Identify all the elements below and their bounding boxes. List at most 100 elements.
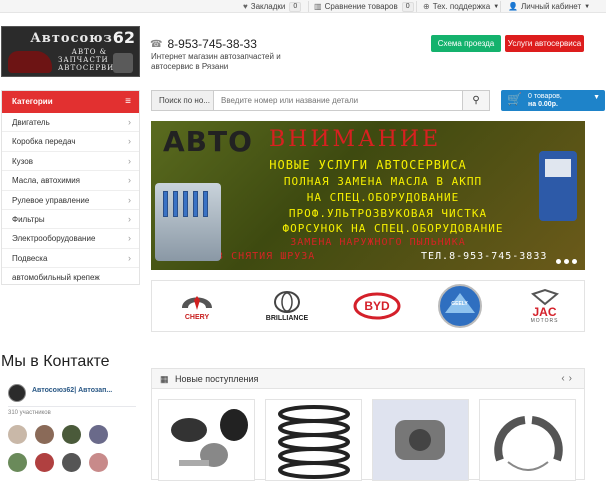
chevron-right-icon: › bbox=[128, 155, 131, 166]
new-products-title: Новые поступления bbox=[175, 374, 259, 384]
avatar[interactable] bbox=[35, 453, 54, 472]
divider bbox=[8, 406, 136, 407]
compare-link[interactable]: ▥ Сравнение товаров 0 bbox=[314, 1, 414, 12]
vk-title: Мы в Контакте bbox=[1, 353, 110, 370]
support-dropdown[interactable]: ⊕ Тех. поддержка ▼ bbox=[423, 1, 499, 12]
brands-carousel: CHERY BRILLIANCE BYD GEELY JAC MOTORS bbox=[151, 280, 585, 332]
category-body[interactable]: Кузов › bbox=[2, 152, 139, 172]
chevron-right-icon: › bbox=[128, 136, 131, 147]
avatar[interactable] bbox=[62, 453, 81, 472]
tagline: Интернет магазин автозапчастей и автосер… bbox=[151, 52, 281, 71]
user-icon: 👤 bbox=[508, 2, 518, 11]
cv-joint-image bbox=[171, 409, 248, 467]
calendar-icon: ▦ bbox=[160, 374, 169, 384]
brand-label: BRILLIANCE bbox=[265, 314, 309, 322]
cart-button[interactable]: 🛒 0 товаров, на 0.00р. ▼ bbox=[501, 90, 605, 111]
category-label: Масла, автохимия bbox=[12, 176, 80, 186]
slider-dots[interactable] bbox=[553, 259, 577, 264]
search-icon: ⚲ bbox=[472, 95, 480, 106]
account-label: Личный кабинет bbox=[520, 2, 582, 11]
avatar[interactable] bbox=[62, 425, 81, 444]
brand-sublabel: MOTORS bbox=[530, 318, 559, 324]
support-label: Тех. поддержка bbox=[432, 2, 491, 11]
brand-chery[interactable]: CHERY bbox=[162, 281, 232, 331]
logo-subtitle: АВТО & ЗАПЧАСТИ АВТОСЕРВИС bbox=[58, 48, 121, 72]
vk-widget: Автосоюз62| Автозап... 310 участников bbox=[1, 379, 140, 480]
categories-header[interactable]: Категории ≡ bbox=[2, 91, 139, 113]
bar-chart-icon: ▥ bbox=[314, 2, 322, 11]
category-label: Коробка передач bbox=[12, 137, 76, 147]
brand-label: JAC bbox=[532, 305, 557, 319]
categories-menu: Категории ≡ Двигатель › Коробка передач › … bbox=[1, 90, 140, 285]
brake-shoes-image bbox=[494, 416, 563, 471]
avatar[interactable] bbox=[8, 425, 27, 444]
spring-image bbox=[278, 405, 350, 479]
avatar[interactable] bbox=[89, 425, 108, 444]
category-label: Фильтры bbox=[12, 214, 45, 224]
product-card[interactable] bbox=[158, 399, 255, 481]
category-label: Подвеска bbox=[12, 253, 48, 263]
vk-group-name[interactable]: Автосоюз62| Автозап... bbox=[32, 387, 112, 394]
caret-down-icon: ▼ bbox=[493, 3, 500, 10]
avatar[interactable] bbox=[8, 453, 27, 472]
category-suspension[interactable]: Подвеска › bbox=[2, 249, 139, 269]
category-filters[interactable]: Фильтры › bbox=[2, 210, 139, 230]
category-label: Двигатель bbox=[12, 118, 50, 127]
chevron-left-icon[interactable]: ‹ bbox=[561, 373, 568, 384]
brand-label: GEELY bbox=[451, 301, 468, 307]
route-button[interactable]: Схема проезда bbox=[431, 35, 501, 52]
bookmarks-link[interactable]: ♥ Закладки 0 bbox=[243, 1, 302, 12]
chevron-right-icon: › bbox=[128, 213, 131, 224]
search-button[interactable]: ⚲ bbox=[462, 91, 489, 110]
product-card[interactable] bbox=[265, 399, 362, 481]
brand-geely[interactable]: GEELY bbox=[422, 281, 497, 331]
brand-byd[interactable]: BYD bbox=[342, 281, 412, 331]
jac-logo-icon bbox=[530, 288, 559, 306]
phone-icon: ☎ bbox=[150, 38, 163, 50]
divider bbox=[500, 1, 501, 12]
product-card[interactable] bbox=[372, 399, 469, 481]
search-bar: Поиск по но... ⚲ bbox=[151, 90, 490, 111]
categories-title: Категории bbox=[12, 97, 53, 106]
brand-brilliance[interactable]: BRILLIANCE bbox=[247, 281, 327, 331]
menu-icon: ≡ bbox=[125, 96, 131, 107]
banner-line: НОВЫЕ УСЛУГИ АВТОСЕРВИСА bbox=[269, 158, 467, 172]
chevron-right-icon: › bbox=[128, 194, 131, 205]
site-logo[interactable]: Автосоюз 62 АВТО & ЗАПЧАСТИ АВТОСЕРВИС bbox=[1, 26, 140, 77]
chevron-right-icon[interactable]: › bbox=[569, 373, 576, 384]
avatar[interactable] bbox=[89, 453, 108, 472]
caret-down-icon: ▼ bbox=[584, 3, 591, 10]
avatar[interactable] bbox=[35, 425, 54, 444]
category-electrical[interactable]: Электрооборудование › bbox=[2, 229, 139, 249]
services-button[interactable]: Услуги автосервиса bbox=[505, 35, 584, 52]
new-products: ▦ Новые поступления ‹› bbox=[151, 368, 585, 481]
brand-label: CHERY bbox=[184, 313, 210, 321]
support-icon: ⊕ bbox=[423, 2, 430, 11]
phone-number: 8-953-745-38-33 bbox=[167, 37, 257, 51]
carousel-nav[interactable]: ‹› bbox=[561, 369, 576, 389]
category-steering[interactable]: Рулевое управление › bbox=[2, 191, 139, 210]
promo-banner[interactable]: АВТО ВНИМАНИЕ НОВЫЕ УСЛУГИ АВТОСЕРВИСА П… bbox=[151, 121, 585, 270]
compare-count: 0 bbox=[401, 1, 414, 12]
chevron-right-icon: › bbox=[128, 252, 131, 263]
account-dropdown[interactable]: 👤 Личный кабинет ▼ bbox=[508, 1, 590, 12]
search-type-select[interactable]: Поиск по но... bbox=[152, 91, 214, 110]
bookmarks-label: Закладки bbox=[250, 2, 286, 11]
chevron-right-icon: › bbox=[128, 117, 131, 127]
logo-number: 62 bbox=[112, 28, 135, 47]
category-oils[interactable]: Масла, автохимия › bbox=[2, 171, 139, 191]
heart-icon: ♥ bbox=[243, 2, 248, 11]
category-fasteners[interactable]: автомобильный крепеж bbox=[2, 268, 139, 287]
category-gearbox[interactable]: Коробка передач › bbox=[2, 132, 139, 152]
brand-jac[interactable]: JAC MOTORS bbox=[507, 281, 582, 331]
vk-members: 310 участников bbox=[8, 410, 51, 416]
category-engine[interactable]: Двигатель › bbox=[2, 113, 139, 133]
cart-icon: 🛒 bbox=[507, 92, 522, 106]
atf-machine-graphic bbox=[539, 151, 577, 221]
engine-graphic bbox=[113, 53, 133, 73]
chery-logo-icon bbox=[182, 295, 212, 310]
vk-group-avatar[interactable] bbox=[8, 384, 26, 402]
divider bbox=[416, 1, 417, 12]
search-input[interactable] bbox=[215, 91, 462, 110]
product-card[interactable] bbox=[479, 399, 576, 481]
